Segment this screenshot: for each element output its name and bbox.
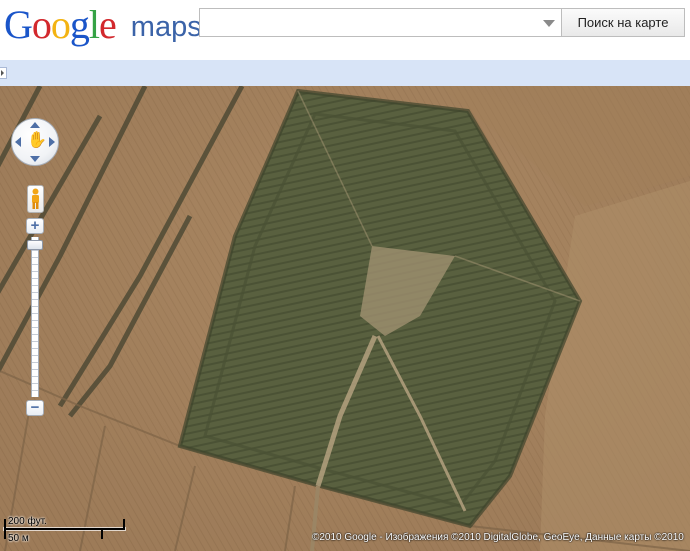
logo-letter: o	[31, 2, 52, 47]
search-map-button[interactable]: Поиск на карте	[561, 8, 685, 37]
satellite-imagery	[0, 86, 690, 551]
zoom-out-button[interactable]: −	[26, 400, 44, 416]
maps-wordmark: maps	[130, 11, 202, 43]
map-scale: 200 фут. 50 м	[4, 509, 129, 545]
satellite-map[interactable]: ✋ + − 200 фут. 50 м ©2010 Google - Изобр…	[0, 86, 690, 551]
pan-up-icon[interactable]	[30, 122, 40, 128]
scale-metric-label: 50 м	[8, 533, 29, 544]
pan-right-icon[interactable]	[49, 137, 55, 147]
pan-down-icon[interactable]	[30, 156, 40, 162]
scale-bar	[4, 528, 125, 530]
map-attribution: ©2010 Google - Изображения ©2010 Digital…	[312, 532, 684, 543]
chevron-down-icon[interactable]	[543, 20, 555, 27]
zoom-in-button[interactable]: +	[26, 218, 44, 234]
scale-imperial-label: 200 фут.	[8, 516, 47, 527]
zoom-slider-track[interactable]	[31, 237, 39, 397]
search-input[interactable]	[200, 9, 542, 36]
logo-letter: l	[88, 2, 100, 47]
google-maps-logo[interactable]: Google maps	[4, 3, 202, 47]
pan-control[interactable]: ✋	[11, 118, 59, 166]
logo-letter: g	[69, 2, 90, 47]
google-wordmark: Google	[4, 2, 125, 47]
header: Google maps Поиск на карте	[0, 0, 690, 60]
hand-icon[interactable]: ✋	[27, 132, 47, 150]
expand-panel-icon[interactable]	[0, 67, 7, 79]
logo-letter: G	[4, 2, 33, 47]
search-box[interactable]	[199, 8, 561, 37]
street-view-pegman-icon[interactable]	[27, 185, 44, 213]
toolbar-strip	[0, 60, 690, 86]
pan-left-icon[interactable]	[15, 137, 21, 147]
logo-letter: o	[50, 2, 71, 47]
zoom-slider-thumb[interactable]	[27, 240, 43, 250]
logo-letter: e	[99, 2, 117, 47]
